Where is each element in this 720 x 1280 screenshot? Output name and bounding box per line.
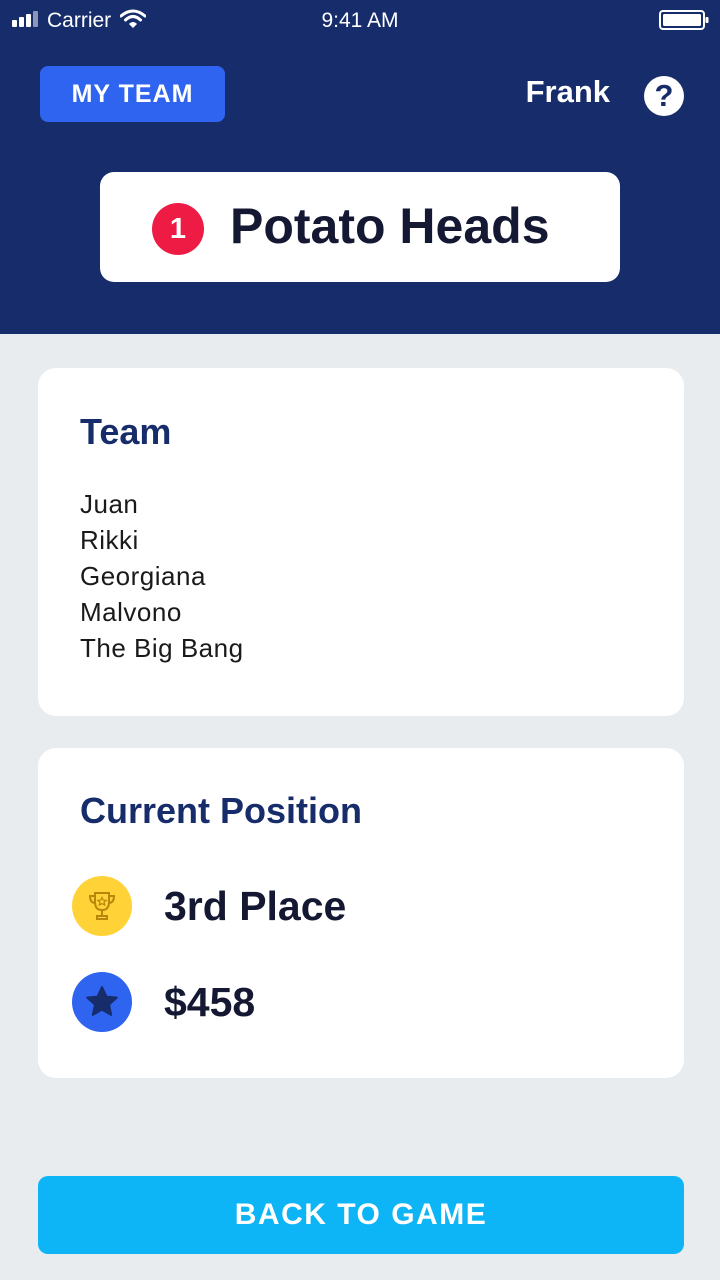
header: Carrier 9:41 AM MY TEAM Frank ? 1 Potato… <box>0 0 720 334</box>
place-row: 3rd Place <box>72 876 632 936</box>
status-bar: Carrier 9:41 AM <box>0 0 720 42</box>
team-member: Malvono <box>80 597 182 627</box>
team-member-list: Juan Rikki Georgiana Malvono The Big Ban… <box>80 486 244 666</box>
place-value: 3rd Place <box>164 883 347 929</box>
my-team-button[interactable]: MY TEAM <box>40 66 225 122</box>
team-member: Georgiana <box>80 561 206 591</box>
back-to-game-button[interactable]: BACK TO GAME <box>38 1176 684 1254</box>
username: Frank <box>525 74 610 109</box>
team-banner: 1 Potato Heads <box>100 172 620 282</box>
winnings-row: $458 <box>72 972 632 1032</box>
position-card: Current Position 3rd Place $458 <box>38 748 684 1078</box>
rank-badge: 1 <box>152 203 204 255</box>
battery-icon <box>659 10 709 30</box>
team-card: Team Juan Rikki Georgiana Malvono The Bi… <box>38 368 684 716</box>
team-member: The Big Bang <box>80 633 244 663</box>
team-member: Juan <box>80 489 139 519</box>
team-member: Rikki <box>80 525 139 555</box>
winnings-value: $458 <box>164 979 256 1025</box>
team-card-title: Team <box>80 411 172 452</box>
status-time: 9:41 AM <box>321 9 399 32</box>
position-card-title: Current Position <box>80 790 363 831</box>
trophy-icon <box>72 876 132 936</box>
star-icon <box>72 972 132 1032</box>
help-icon[interactable]: ? <box>644 76 684 116</box>
team-name: Potato Heads <box>230 198 550 254</box>
